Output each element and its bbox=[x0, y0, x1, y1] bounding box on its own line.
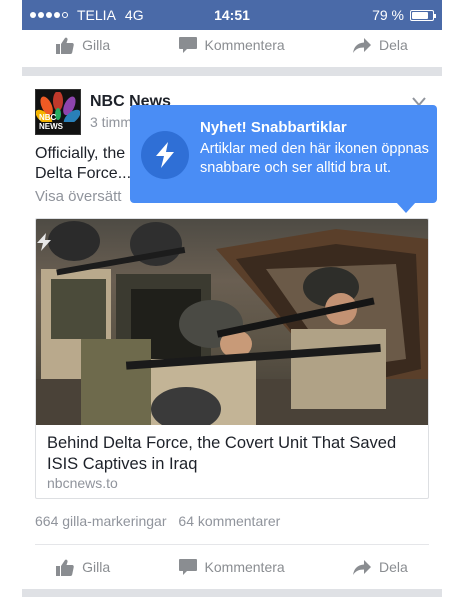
share-button[interactable]: Dela bbox=[353, 559, 408, 575]
avatar-text: NBC NEWS bbox=[39, 113, 63, 131]
instant-articles-tooltip[interactable]: Nyhet! Snabbartiklar Artiklar med den hä… bbox=[130, 105, 437, 213]
soldiers-photo bbox=[36, 221, 428, 425]
like-button[interactable]: Gilla bbox=[56, 559, 110, 576]
comments-count[interactable]: 64 kommentarer bbox=[178, 513, 280, 529]
stats-divider bbox=[35, 544, 429, 545]
tooltip-arrow bbox=[396, 202, 416, 213]
tooltip-body: Artiklar med den här ikonen öppnas snabb… bbox=[200, 141, 429, 176]
link-card[interactable]: Behind Delta Force, the Covert Unit That… bbox=[35, 218, 429, 499]
see-translation-link[interactable]: Visa översätt bbox=[35, 188, 121, 205]
post-stats: 664 gilla-markeringar 64 kommentarer bbox=[35, 513, 280, 529]
tooltip-bolt-badge bbox=[141, 131, 189, 179]
screen: TELIA 4G 14:51 79 % Gilla Kommentera Del… bbox=[0, 0, 470, 597]
article-domain: nbcnews.to bbox=[47, 475, 118, 491]
previous-post-actions: Gilla Kommentera Dela bbox=[22, 30, 442, 60]
battery-fill bbox=[412, 11, 428, 19]
thumbs-up-icon bbox=[56, 37, 74, 54]
comment-button[interactable]: Kommentera bbox=[178, 559, 285, 575]
comment-button[interactable]: Kommentera bbox=[178, 37, 285, 53]
post-actions: Gilla Kommentera Dela bbox=[22, 552, 442, 582]
article-image bbox=[36, 219, 428, 425]
comment-label: Kommentera bbox=[204, 559, 285, 575]
thumbs-up-icon bbox=[56, 559, 74, 576]
battery-icon bbox=[410, 9, 436, 21]
page-avatar[interactable]: NBC NEWS bbox=[35, 89, 81, 135]
likes-count[interactable]: 664 gilla-markeringar bbox=[35, 513, 167, 529]
comment-icon bbox=[178, 559, 197, 575]
instant-article-bolt-icon bbox=[37, 233, 51, 251]
status-right: 79 % bbox=[372, 7, 436, 23]
share-label: Dela bbox=[379, 37, 408, 53]
share-arrow-icon bbox=[353, 37, 372, 53]
like-label: Gilla bbox=[82, 37, 111, 53]
battery-percent: 79 % bbox=[372, 7, 404, 23]
share-button[interactable]: Dela bbox=[353, 37, 408, 53]
lightning-bolt-icon bbox=[156, 142, 174, 168]
status-bar: TELIA 4G 14:51 79 % bbox=[22, 0, 442, 30]
feed-separator bbox=[22, 67, 442, 76]
feed-separator bbox=[22, 589, 442, 597]
like-button[interactable]: Gilla bbox=[56, 37, 110, 54]
comment-label: Kommentera bbox=[204, 37, 285, 53]
article-title[interactable]: Behind Delta Force, the Covert Unit That… bbox=[47, 433, 417, 475]
share-arrow-icon bbox=[353, 559, 372, 575]
share-label: Dela bbox=[379, 559, 408, 575]
like-label: Gilla bbox=[82, 559, 111, 575]
tooltip-title: Nyhet! Snabbartiklar bbox=[200, 119, 347, 136]
post-time: 3 timm bbox=[90, 114, 132, 130]
comment-icon bbox=[178, 37, 197, 53]
